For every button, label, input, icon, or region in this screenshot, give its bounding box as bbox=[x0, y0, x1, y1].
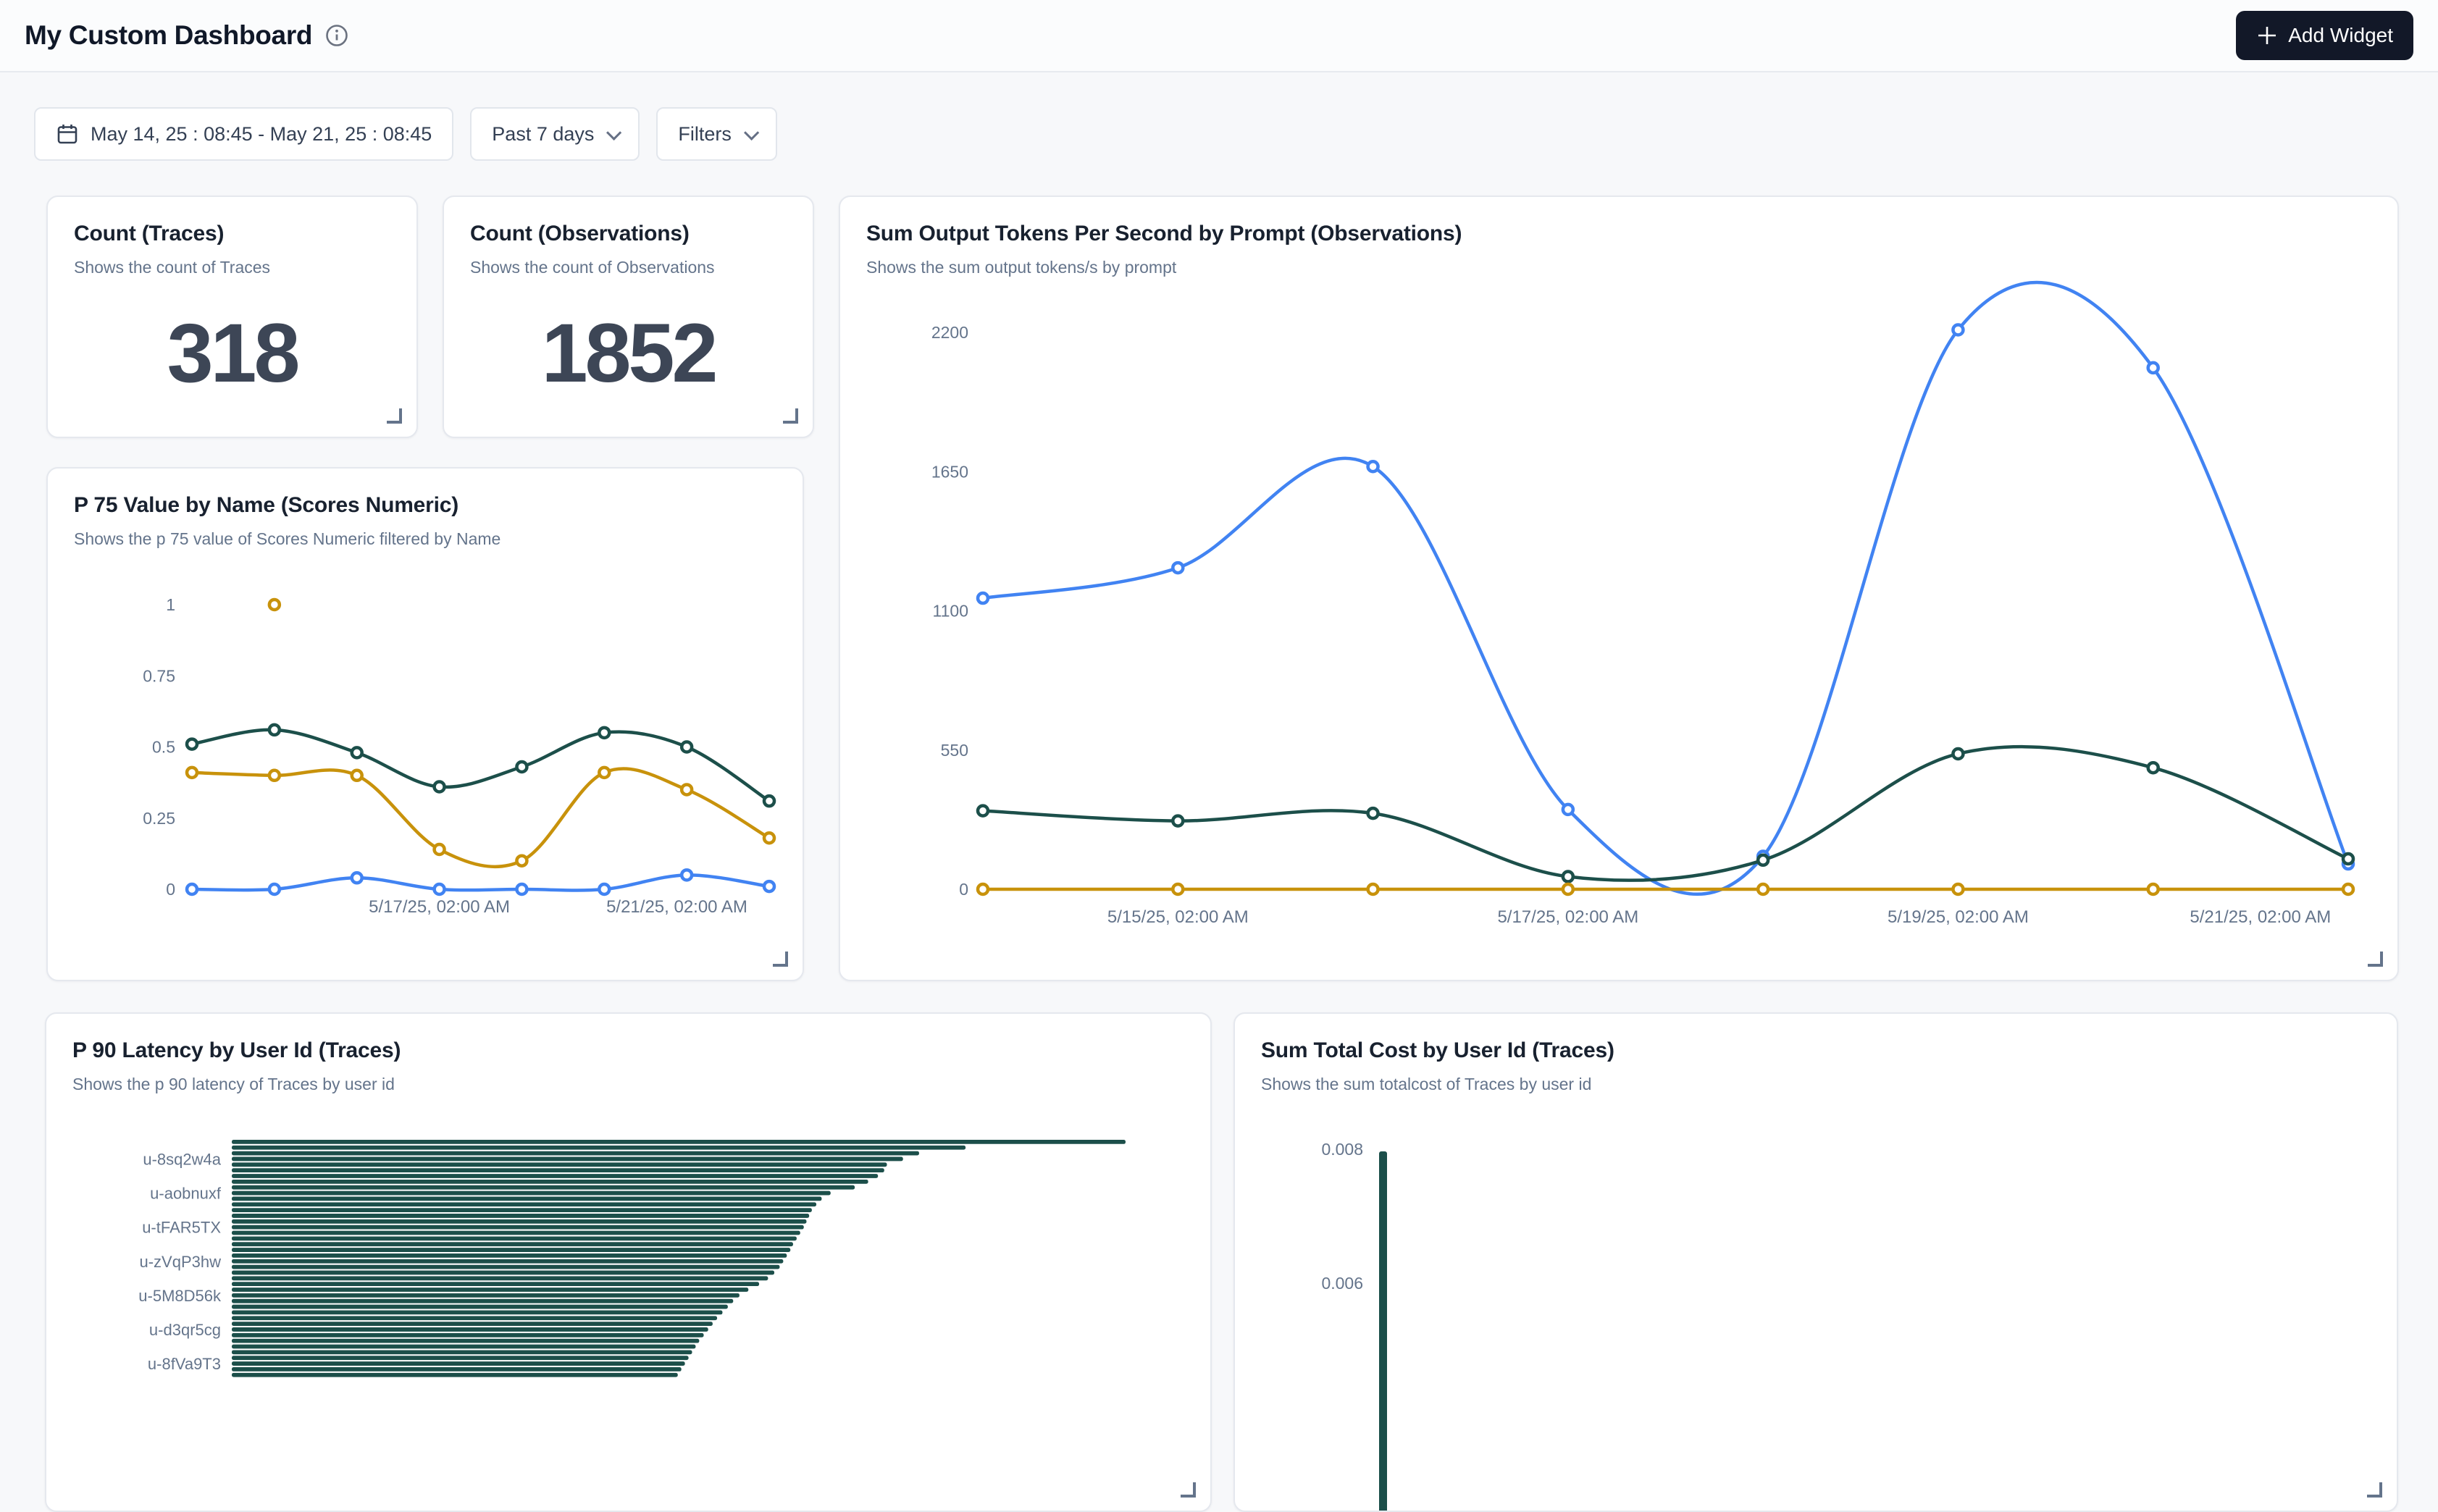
widget-card-count-observations: Count (Observations) Shows the count of … bbox=[443, 196, 814, 438]
svg-text:u-tFAR5TX: u-tFAR5TX bbox=[142, 1219, 221, 1237]
plus-icon bbox=[2256, 25, 2278, 46]
widget-title: Sum Output Tokens Per Second by Prompt (… bbox=[866, 222, 2371, 246]
widget-subtitle: Shows the p 90 latency of Traces by user… bbox=[72, 1075, 1184, 1094]
svg-text:2200: 2200 bbox=[931, 323, 968, 342]
page-title: My Custom Dashboard bbox=[25, 20, 312, 51]
svg-text:0: 0 bbox=[166, 880, 175, 899]
widget-subtitle: Shows the sum output tokens/s by prompt bbox=[866, 258, 2371, 277]
svg-text:0.75: 0.75 bbox=[143, 666, 175, 685]
widget-title: Sum Total Cost by User Id (Traces) bbox=[1261, 1038, 2371, 1063]
svg-text:0.25: 0.25 bbox=[143, 809, 175, 828]
page-header: My Custom Dashboard Add Widget bbox=[0, 0, 2438, 72]
svg-text:0.5: 0.5 bbox=[152, 738, 175, 757]
svg-text:5/15/25, 02:00 AM: 5/15/25, 02:00 AM bbox=[1107, 907, 1249, 927]
svg-text:5/21/25, 02:00 AM: 5/21/25, 02:00 AM bbox=[2190, 907, 2331, 927]
time-preset-dropdown[interactable]: Past 7 days bbox=[470, 107, 640, 161]
svg-text:0.006: 0.006 bbox=[1321, 1274, 1363, 1293]
resize-handle[interactable] bbox=[2367, 1482, 2382, 1498]
svg-text:1100: 1100 bbox=[933, 602, 968, 621]
time-preset-label: Past 7 days bbox=[492, 123, 594, 146]
widget-title: Count (Observations) bbox=[470, 222, 787, 246]
widget-card-tokens-per-second: Sum Output Tokens Per Second by Prompt (… bbox=[839, 196, 2399, 981]
resize-handle[interactable] bbox=[1181, 1482, 1196, 1498]
widget-card-p75-value: P 75 Value by Name (Scores Numeric) Show… bbox=[46, 467, 804, 981]
filter-bar: May 14, 25 : 08:45 - May 21, 25 : 08:45 … bbox=[34, 107, 777, 161]
widget-subtitle: Shows the p 75 value of Scores Numeric f… bbox=[74, 529, 776, 549]
svg-text:u-d3qr5cg: u-d3qr5cg bbox=[149, 1321, 221, 1339]
widget-subtitle: Shows the sum totalcost of Traces by use… bbox=[1261, 1075, 2371, 1094]
svg-text:5/21/25, 02:00 AM: 5/21/25, 02:00 AM bbox=[606, 897, 747, 917]
resize-handle[interactable] bbox=[2368, 952, 2383, 967]
widget-title: Count (Traces) bbox=[74, 222, 390, 246]
add-widget-label: Add Widget bbox=[2288, 24, 2393, 47]
svg-text:550: 550 bbox=[941, 741, 968, 760]
metric-value: 318 bbox=[48, 306, 416, 401]
tokens-line-chart: 0 550 1100 1650 2200 5/15/25, 02:00 AM 5/17/25… bbox=[840, 197, 2399, 981]
widget-card-count-traces: Count (Traces) Shows the count of Traces… bbox=[46, 196, 418, 438]
svg-text:u-aobnuxf: u-aobnuxf bbox=[150, 1185, 222, 1203]
filters-label: Filters bbox=[678, 123, 732, 146]
resize-handle[interactable] bbox=[387, 408, 402, 424]
widget-card-total-cost: Sum Total Cost by User Id (Traces) Shows… bbox=[1233, 1012, 2398, 1512]
add-widget-button[interactable]: Add Widget bbox=[2236, 11, 2413, 60]
svg-text:u-8fVa9T3: u-8fVa9T3 bbox=[148, 1355, 221, 1373]
chevron-down-icon bbox=[606, 125, 621, 140]
svg-text:1: 1 bbox=[166, 595, 175, 614]
widget-card-p90-latency: P 90 Latency by User Id (Traces) Shows t… bbox=[45, 1012, 1212, 1512]
filters-dropdown[interactable]: Filters bbox=[656, 107, 777, 161]
widget-subtitle: Shows the count of Observations bbox=[470, 258, 787, 277]
metric-value: 1852 bbox=[444, 306, 813, 401]
calendar-icon bbox=[56, 122, 79, 146]
svg-text:0.008: 0.008 bbox=[1321, 1140, 1363, 1159]
svg-text:0: 0 bbox=[959, 880, 968, 899]
info-icon[interactable] bbox=[325, 24, 348, 47]
svg-text:5/17/25, 02:00 AM: 5/17/25, 02:00 AM bbox=[369, 897, 510, 917]
svg-text:u-zVqP3hw: u-zVqP3hw bbox=[139, 1253, 221, 1271]
svg-text:1650: 1650 bbox=[931, 462, 968, 481]
resize-handle[interactable] bbox=[773, 952, 788, 967]
resize-handle[interactable] bbox=[783, 408, 798, 424]
svg-text:5/17/25, 02:00 AM: 5/17/25, 02:00 AM bbox=[1497, 907, 1638, 927]
widget-title: P 75 Value by Name (Scores Numeric) bbox=[74, 493, 776, 518]
date-range-picker[interactable]: May 14, 25 : 08:45 - May 21, 25 : 08:45 bbox=[34, 107, 453, 161]
chevron-down-icon bbox=[744, 125, 759, 140]
svg-text:5/19/25, 02:00 AM: 5/19/25, 02:00 AM bbox=[1888, 907, 2029, 927]
widget-subtitle: Shows the count of Traces bbox=[74, 258, 390, 277]
svg-text:u-5M8D56k: u-5M8D56k bbox=[138, 1287, 222, 1305]
svg-text:u-8sq2w4a: u-8sq2w4a bbox=[143, 1150, 221, 1168]
date-range-label: May 14, 25 : 08:45 - May 21, 25 : 08:45 bbox=[91, 123, 432, 146]
widget-title: P 90 Latency by User Id (Traces) bbox=[72, 1038, 1184, 1063]
